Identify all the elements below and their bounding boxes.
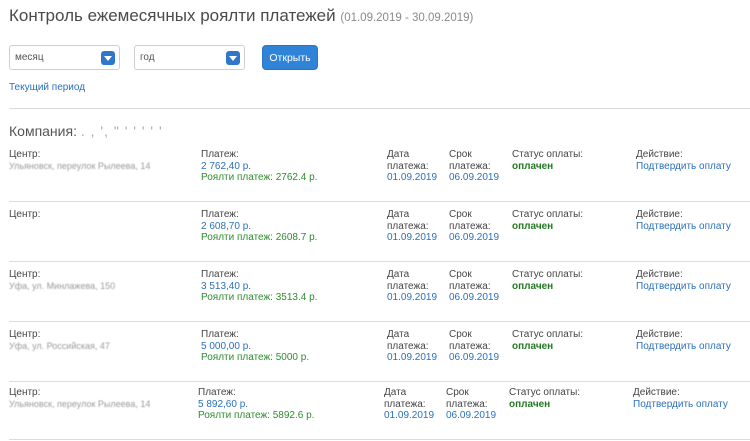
status-badge: оплачен <box>509 398 551 410</box>
payment-amount: 3 513,40 р. <box>201 280 252 292</box>
status-label: Статус оплаты: <box>512 149 584 160</box>
due-date-label-2: платежа: <box>449 280 491 292</box>
payment-date-label-1: Дата <box>387 209 410 220</box>
center-label: Центр: <box>9 209 41 220</box>
due-date-label-2: платежа: <box>446 398 488 410</box>
royalty-payment: Роялти платеж: 5000 р. <box>201 352 310 363</box>
confirm-payment-link[interactable]: Подтвердить оплату <box>636 221 750 233</box>
row-divider <box>9 261 750 262</box>
chevron-down-icon <box>101 51 115 65</box>
row-divider <box>9 381 750 382</box>
center-address: Уфа, ул. Минлажева, 150 <box>9 280 116 291</box>
payment-date: 01.09.2019 <box>387 292 438 303</box>
company-label: Компания: <box>9 123 77 139</box>
status-badge: оплачен <box>512 220 554 232</box>
payment-date-label-1: Дата <box>387 329 410 340</box>
action-label: Действие: <box>633 387 680 398</box>
payment-date-label-2: платежа: <box>387 160 429 172</box>
payment-date-label-1: Дата <box>387 269 410 280</box>
due-date: 06.09.2019 <box>446 410 497 421</box>
center-address: Ульяновск, переулок Рылеева, 14 <box>9 398 151 409</box>
payment-label: Платеж: <box>201 269 239 280</box>
payment-date-label-2: платежа: <box>387 280 429 292</box>
year-select[interactable]: год <box>134 45 245 70</box>
page-title-text: Контроль ежемесячных роялти платежей <box>9 6 336 25</box>
row-divider <box>9 201 750 202</box>
royalty-payment: Роялти платеж: 5892.6 р. <box>198 410 315 421</box>
confirm-payment-link[interactable]: Подтвердить оплату <box>636 281 750 293</box>
divider <box>9 108 750 109</box>
center-label: Центр: <box>9 329 41 340</box>
status-label: Статус оплаты: <box>512 329 584 340</box>
row-divider <box>9 439 750 440</box>
payment-label: Платеж: <box>201 329 239 340</box>
payment-label: Платеж: <box>201 209 239 220</box>
payment-date-label-1: Дата <box>387 149 410 160</box>
payment-amount: 5 892,60 р. <box>198 398 249 410</box>
royalty-payment: Роялти платеж: 3513.4 р. <box>201 292 318 303</box>
status-label: Статус оплаты: <box>509 387 581 398</box>
payment-label: Платеж: <box>201 149 239 160</box>
action-label: Действие: <box>636 329 683 340</box>
payment-date: 01.09.2019 <box>387 232 438 243</box>
confirm-payment-link[interactable]: Подтвердить оплату <box>633 399 747 411</box>
center-address: Уфа, ул. Российская, 47 <box>9 340 110 351</box>
due-date: 06.09.2019 <box>449 292 500 303</box>
open-button[interactable]: Открыть <box>262 45 318 70</box>
year-select-value: год <box>140 52 155 63</box>
action-label: Действие: <box>636 209 683 220</box>
due-date: 06.09.2019 <box>449 172 500 183</box>
status-label: Статус оплаты: <box>512 269 584 280</box>
due-date-label-2: платежа: <box>449 340 491 352</box>
chevron-down-icon <box>226 51 240 65</box>
status-badge: оплачен <box>512 340 554 352</box>
table-row: Центр: Ульяновск, переулок Рылеева, 14 Пла… <box>9 383 750 441</box>
payment-date-label-2: платежа: <box>387 220 429 232</box>
table-row: Центр: Платеж: 2 608,70 р. Роялти платеж: 2… <box>9 205 750 263</box>
action-label: Действие: <box>636 149 683 160</box>
payment-date: 01.09.2019 <box>387 172 438 183</box>
payment-label: Платеж: <box>198 387 236 398</box>
royalty-payment: Роялти платеж: 2608.7 р. <box>201 232 318 243</box>
royalty-payment: Роялти платеж: 2762.4 р. <box>201 172 318 183</box>
confirm-payment-link[interactable]: Подтвердить оплату <box>636 161 750 173</box>
due-date-label-2: платежа: <box>449 220 491 232</box>
payment-amount: 5 000,00 р. <box>201 340 252 352</box>
row-divider <box>9 321 750 322</box>
payment-date: 01.09.2019 <box>387 352 438 363</box>
due-date: 06.09.2019 <box>449 232 500 243</box>
month-select-value: месяц <box>15 52 44 63</box>
due-date-label-1: Срок <box>449 269 472 280</box>
payment-date: 01.09.2019 <box>384 410 435 421</box>
company-heading: Компания: . , ', " ' ' ' ' ' <box>9 123 163 139</box>
center-label: Центр: <box>9 269 41 280</box>
due-date-label-1: Срок <box>449 329 472 340</box>
payment-date-label-2: платежа: <box>384 398 426 410</box>
status-badge: оплачен <box>512 280 554 292</box>
payment-date-label-1: Дата <box>384 387 407 398</box>
company-name: . , ', " ' ' ' ' ' <box>80 123 163 139</box>
due-date-label-1: Срок <box>446 387 469 398</box>
payment-date-label-2: платежа: <box>387 340 429 352</box>
page-title: Контроль ежемесячных роялти платежей (01… <box>9 6 473 26</box>
confirm-payment-link[interactable]: Подтвердить оплату <box>636 341 750 353</box>
center-label: Центр: <box>9 387 41 398</box>
due-date-label-1: Срок <box>449 149 472 160</box>
due-date-label-1: Срок <box>449 209 472 220</box>
status-badge: оплачен <box>512 160 554 172</box>
table-row: Центр: Ульяновск, переулок Рылеева, 14 Пла… <box>9 145 750 203</box>
month-select[interactable]: месяц <box>9 45 120 70</box>
payment-amount: 2 608,70 р. <box>201 220 252 232</box>
due-date: 06.09.2019 <box>449 352 500 363</box>
payment-amount: 2 762,40 р. <box>201 160 252 172</box>
period-range: (01.09.2019 - 30.09.2019) <box>340 12 474 24</box>
action-label: Действие: <box>636 269 683 280</box>
due-date-label-2: платежа: <box>449 160 491 172</box>
table-row: Центр: Уфа, ул. Минлажева, 150 Платеж: 3 51… <box>9 265 750 323</box>
center-address: Ульяновск, переулок Рылеева, 14 <box>9 160 151 171</box>
current-period-link[interactable]: Текущий период <box>9 82 85 93</box>
center-label: Центр: <box>9 149 41 160</box>
table-row: Центр: Уфа, ул. Российская, 47 Платеж: 5 00… <box>9 325 750 383</box>
status-label: Статус оплаты: <box>512 209 584 220</box>
